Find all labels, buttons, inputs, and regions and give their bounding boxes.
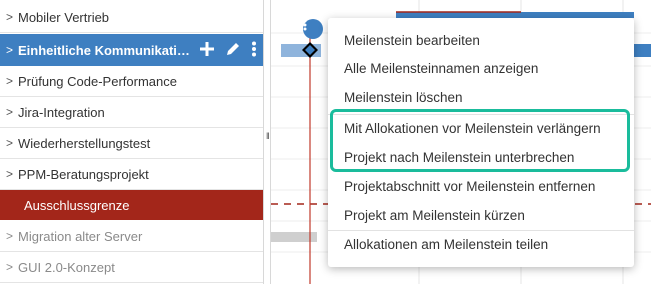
project-row-einheitliche-kommunikation[interactable]: > Einheitliche Kommunikationsplattform [0,34,263,66]
chevron-right-icon[interactable]: > [0,167,18,181]
chevron-right-icon[interactable]: > [0,105,18,119]
project-label: GUI 2.0-Konzept [18,259,115,275]
menu-item-remove-segment-before[interactable]: Projektabschnitt vor Meilenstein entfern… [344,173,595,199]
row-actions [199,41,263,60]
project-label: Migration alter Server [18,228,143,244]
chevron-right-icon[interactable]: > [0,260,18,274]
menu-item-split-allocations[interactable]: Allokationen am Meilenstein teilen [344,231,548,257]
chevron-right-icon[interactable]: > [0,43,18,57]
milestone-menu-button[interactable] [303,19,323,39]
exclusion-barrier-row[interactable]: Ausschlussgrenze [0,190,263,220]
project-row-gui-konzept[interactable]: > GUI 2.0-Konzept [0,252,263,283]
project-row-wiederherstellungstest[interactable]: > Wiederherstellungstest [0,128,263,159]
more-vertical-icon [303,19,307,31]
menu-item-edit-milestone[interactable]: Meilenstein bearbeiten [344,27,480,53]
chevron-right-icon[interactable]: > [0,10,18,24]
project-label: PPM-Beratungsprojekt [18,166,149,182]
project-bar [631,44,651,57]
project-label: Einheitliche Kommunikationsplattform [18,42,196,58]
project-row-mobiler-vertrieb[interactable]: > Mobiler Vertrieb [0,2,263,33]
more-vertical-icon[interactable] [251,41,257,60]
panel-splitter[interactable] [263,0,271,284]
project-row-migration-alter-server[interactable]: > Migration alter Server [0,221,263,252]
project-row-pruefung-code-performance[interactable]: > Prüfung Code-Performance [0,66,263,97]
project-label: Prüfung Code-Performance [18,73,177,89]
chevron-right-icon[interactable]: > [0,136,18,150]
project-list: > Mobiler Vertrieb > Einheitliche Kommun… [0,0,263,284]
pencil-icon[interactable] [225,41,241,60]
menu-item-delete-milestone[interactable]: Meilenstein löschen [344,84,463,110]
chevron-right-icon[interactable]: > [0,74,18,88]
annotation-highlight-box [330,109,630,172]
menu-item-show-all-milestone-names[interactable]: Alle Meilensteinnamen anzeigen [344,55,538,81]
project-row-ppm-beratungsprojekt[interactable]: > PPM-Beratungsprojekt [0,159,263,190]
plus-icon[interactable] [199,41,215,60]
project-label: Mobiler Vertrieb [18,9,110,25]
menu-item-shorten-at-milestone[interactable]: Projekt am Meilenstein kürzen [344,202,525,228]
barrier-label: Ausschlussgrenze [24,197,130,213]
chevron-right-icon[interactable]: > [0,229,18,243]
project-label: Wiederherstellungstest [18,135,151,151]
project-row-jira-integration[interactable]: > Jira-Integration [0,97,263,128]
splitter-grip-icon[interactable]: ‖ [266,132,270,141]
project-label: Jira-Integration [18,104,105,120]
